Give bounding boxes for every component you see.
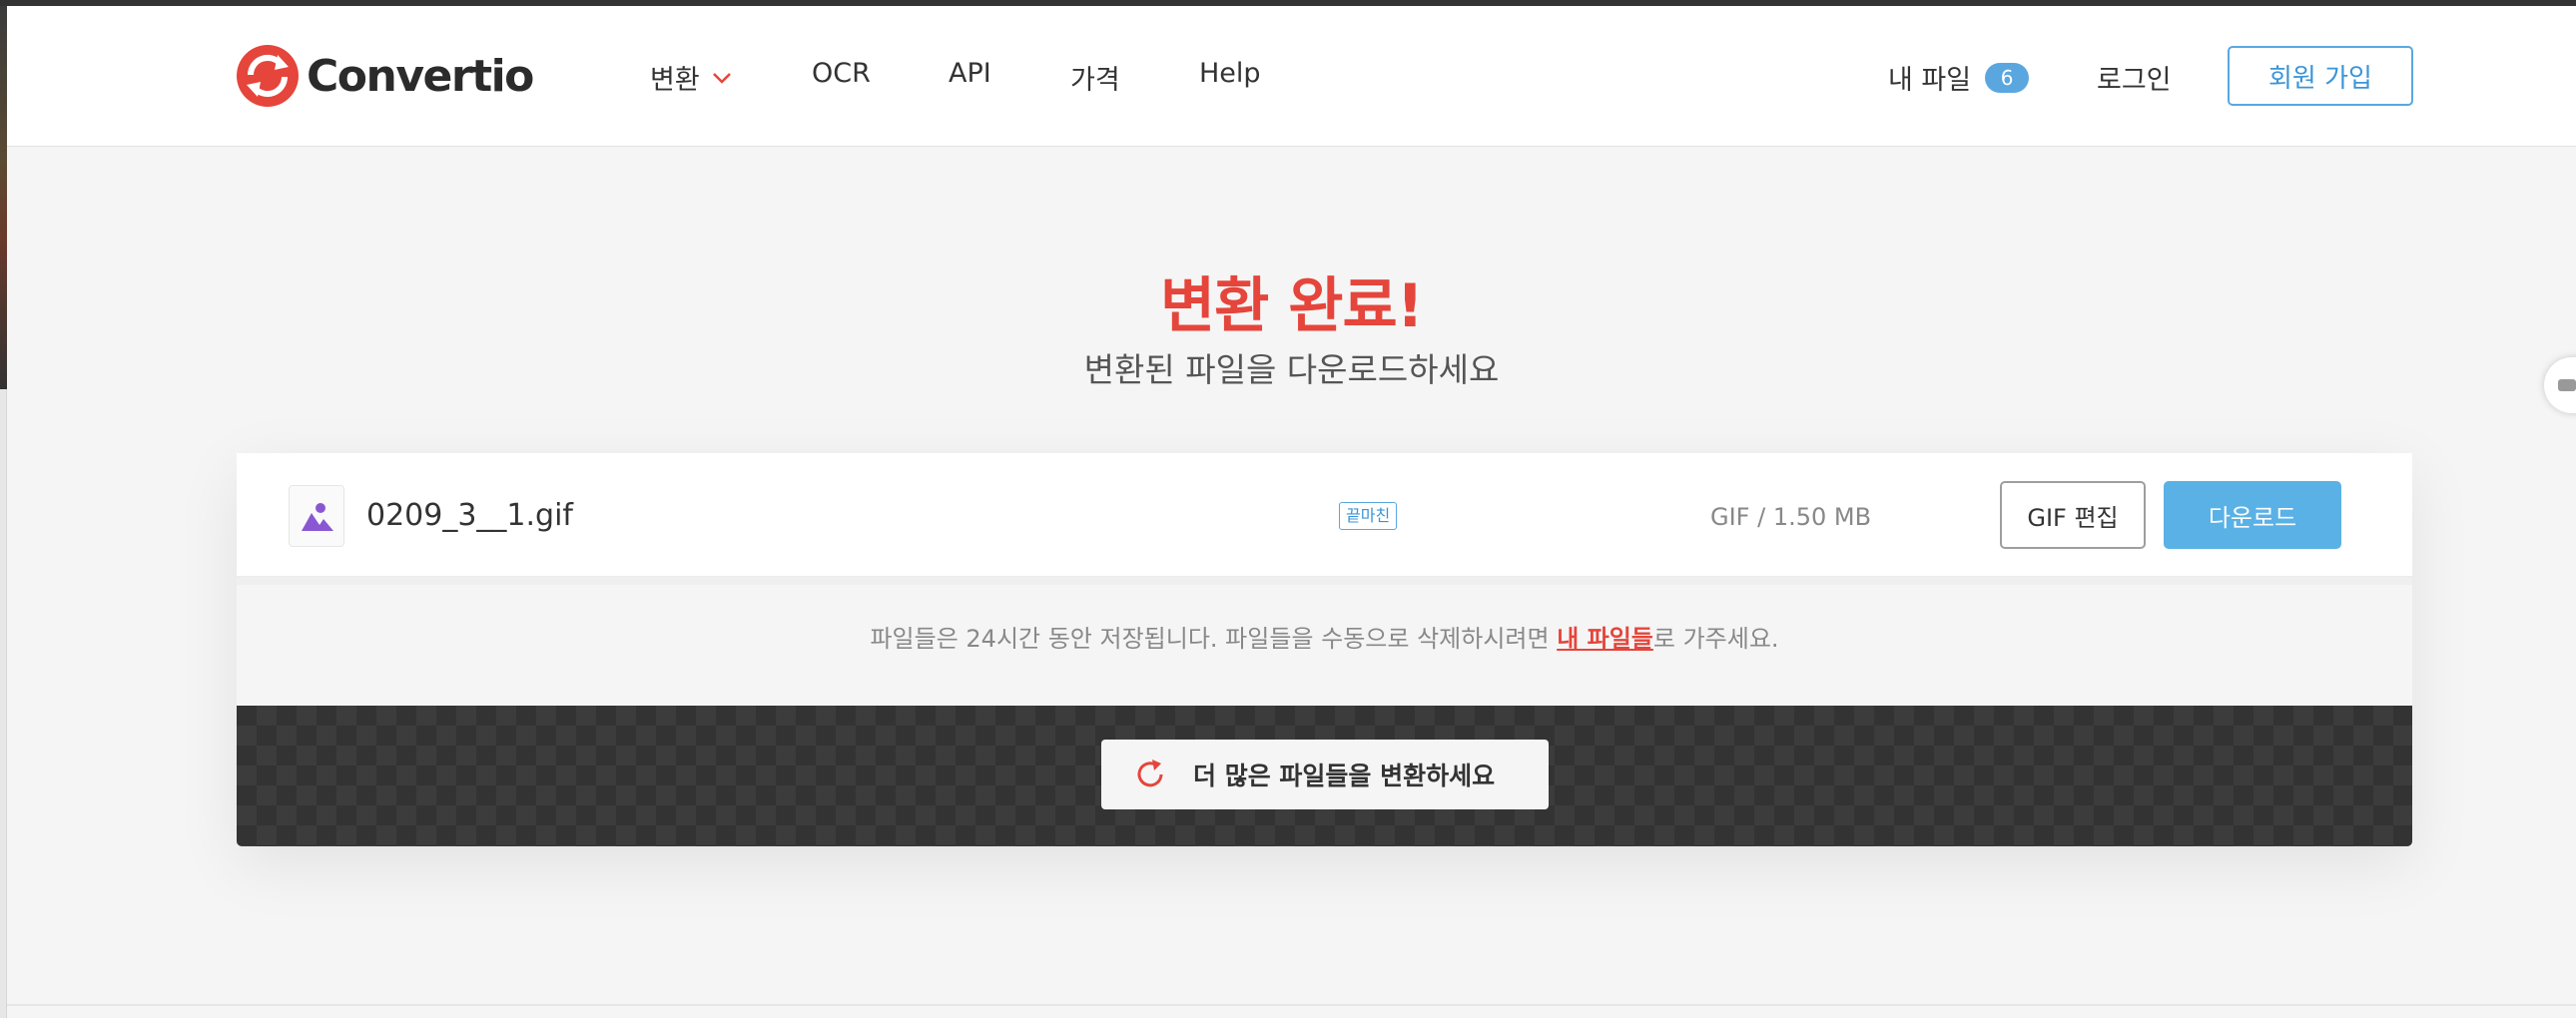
- storage-info: 파일들은 24시간 동안 저장됩니다. 파일들을 수동으로 삭제하시려면 내 파…: [237, 577, 2412, 711]
- logo[interactable]: Convertio: [237, 44, 534, 108]
- nav-convert[interactable]: 변환: [650, 58, 732, 97]
- refresh-icon: [1137, 760, 1163, 787]
- page-title: 변환 완료!: [1159, 271, 1424, 341]
- left-edge-dark-area: [0, 6, 7, 389]
- result-panel: 0209_3__1.gif 끝마친 GIF / 1.50 MB GIF 편집 다…: [237, 453, 2412, 846]
- footer-divider: [7, 1004, 2576, 1006]
- file-name: 0209_3__1.gif: [366, 498, 573, 533]
- top-navbar: Convertio 변환 OCR API 가격 Help 내 파일 6 로그인 …: [7, 6, 2576, 147]
- my-files-count-badge: 6: [1985, 62, 2030, 93]
- image-file-icon: [302, 503, 333, 531]
- convert-more-band: 더 많은 파일들을 변환하세요: [237, 706, 2412, 846]
- nav-price[interactable]: 가격: [1070, 58, 1120, 97]
- brand-name: Convertio: [307, 50, 534, 102]
- status-badge: 끝마친: [1339, 502, 1398, 530]
- file-meta: GIF / 1.50 MB: [1710, 503, 1872, 531]
- nav-api[interactable]: API: [949, 58, 991, 89]
- nav-help[interactable]: Help: [1199, 58, 1261, 89]
- page-subtitle: 변환된 파일을 다운로드하세요: [1083, 350, 1500, 389]
- nav-login[interactable]: 로그인: [2097, 58, 2172, 97]
- left-window-edge: [0, 6, 7, 1018]
- nav-ocr[interactable]: OCR: [812, 58, 871, 89]
- download-button[interactable]: 다운로드: [2164, 481, 2341, 549]
- nav-convert-label: 변환: [650, 65, 700, 96]
- convert-more-button[interactable]: 더 많은 파일들을 변환하세요: [1101, 740, 1549, 809]
- chevron-down-icon: [712, 72, 731, 84]
- my-files-link[interactable]: 내 파일들: [1557, 625, 1653, 653]
- convert-more-label: 더 많은 파일들을 변환하세요: [1193, 762, 1496, 790]
- storage-info-text-end: 로 가주세요.: [1652, 625, 1779, 653]
- convertio-logo-icon: [237, 45, 299, 107]
- edit-gif-button[interactable]: GIF 편집: [2000, 481, 2146, 549]
- nav-my-files[interactable]: 내 파일 6: [1888, 58, 2030, 97]
- nav-my-files-label: 내 파일: [1888, 65, 1972, 96]
- file-row: 0209_3__1.gif 끝마친 GIF / 1.50 MB GIF 편집 다…: [237, 453, 2412, 577]
- storage-info-text: 파일들은 24시간 동안 저장됩니다. 파일들을 수동으로 삭제하시려면: [870, 625, 1558, 653]
- signup-button[interactable]: 회원 가입: [2228, 46, 2413, 106]
- file-type-icon-box: [289, 485, 344, 547]
